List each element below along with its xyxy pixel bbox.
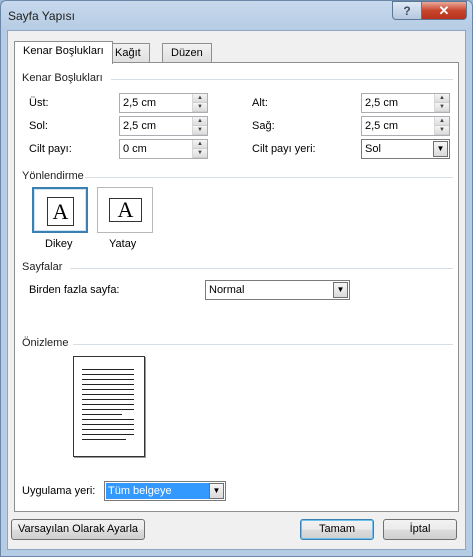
portrait-label: Dikey: [45, 238, 73, 250]
set-as-default-button[interactable]: Varsayılan Olarak Ayarla: [11, 519, 145, 540]
bottom-margin-label: Alt:: [252, 97, 268, 109]
spin-up-icon[interactable]: ▲: [193, 117, 207, 126]
spin-down-icon[interactable]: ▼: [435, 126, 449, 135]
tab-margins[interactable]: Kenar Boşlukları: [14, 41, 113, 64]
portrait-page-icon: A: [47, 197, 74, 226]
bottom-margin-value: 2,5 cm: [365, 97, 399, 109]
pages-group-label: Sayfalar: [22, 261, 63, 273]
chevron-down-icon[interactable]: ▼: [333, 282, 348, 298]
apply-to-select[interactable]: Tüm belgeye ▼: [104, 481, 226, 501]
top-margin-value: 2,5 cm: [123, 97, 157, 109]
preview-page: [73, 356, 145, 457]
gutter-position-value: Sol: [365, 143, 381, 155]
right-margin-label: Sağ:: [252, 120, 275, 132]
orientation-group-label: Yönlendirme: [22, 170, 84, 182]
left-margin-label: Sol:: [29, 120, 48, 132]
spin-up-icon[interactable]: ▲: [435, 94, 449, 103]
spin-up-icon[interactable]: ▲: [435, 117, 449, 126]
landscape-page-icon: A: [109, 198, 142, 222]
chevron-down-icon[interactable]: ▼: [209, 483, 224, 499]
gutter-position-label: Cilt payı yeri:: [252, 143, 316, 155]
window-title: Sayfa Yapısı: [8, 9, 75, 23]
dialog-window: Sayfa Yapısı ? ✕ Kenar Boşlukları Kağıt …: [0, 0, 473, 557]
top-margin-spinner[interactable]: 2,5 cm ▲ ▼: [119, 93, 208, 113]
close-button[interactable]: ✕: [421, 1, 467, 20]
gutter-spinner[interactable]: 0 cm ▲ ▼: [119, 139, 208, 159]
multiple-pages-label: Birden fazla sayfa:: [29, 284, 120, 296]
help-icon: ?: [403, 3, 411, 18]
spin-down-icon[interactable]: ▼: [193, 126, 207, 135]
spin-up-icon[interactable]: ▲: [193, 94, 207, 103]
multiple-pages-value: Normal: [209, 284, 245, 296]
gutter-position-select[interactable]: Sol ▼: [361, 139, 450, 159]
spin-down-icon[interactable]: ▼: [193, 103, 207, 112]
divider: [70, 268, 453, 269]
multiple-pages-select[interactable]: Normal ▼: [205, 280, 350, 300]
ok-button[interactable]: Tamam: [300, 519, 374, 540]
chevron-down-icon[interactable]: ▼: [433, 141, 448, 157]
help-button[interactable]: ?: [392, 1, 422, 20]
spin-down-icon[interactable]: ▼: [193, 149, 207, 158]
cancel-button[interactable]: İptal: [383, 519, 457, 540]
divider: [111, 79, 453, 80]
apply-to-value: Tüm belgeye: [106, 483, 209, 499]
left-margin-spinner[interactable]: 2,5 cm ▲ ▼: [119, 116, 208, 136]
dialog-client: Kenar Boşlukları Kağıt Düzen Kenar Boşlu…: [7, 30, 466, 550]
right-margin-value: 2,5 cm: [365, 120, 399, 132]
landscape-label: Yatay: [109, 238, 137, 250]
portrait-button[interactable]: A: [32, 187, 88, 233]
right-margin-spinner[interactable]: 2,5 cm ▲ ▼: [361, 116, 450, 136]
preview-group-label: Önizleme: [22, 337, 69, 349]
landscape-button[interactable]: A: [97, 187, 153, 233]
divider: [73, 344, 453, 345]
spin-up-icon[interactable]: ▲: [193, 140, 207, 149]
bottom-margin-spinner[interactable]: 2,5 cm ▲ ▼: [361, 93, 450, 113]
divider: [85, 177, 453, 178]
spin-down-icon[interactable]: ▼: [435, 103, 449, 112]
close-icon: ✕: [438, 2, 450, 18]
tab-layout[interactable]: Düzen: [162, 43, 212, 63]
left-margin-value: 2,5 cm: [123, 120, 157, 132]
top-margin-label: Üst:: [29, 97, 49, 109]
gutter-label: Cilt payı:: [29, 143, 72, 155]
margins-group-label: Kenar Boşlukları: [22, 72, 103, 84]
apply-to-label: Uygulama yeri:: [22, 485, 96, 497]
gutter-value: 0 cm: [123, 143, 147, 155]
